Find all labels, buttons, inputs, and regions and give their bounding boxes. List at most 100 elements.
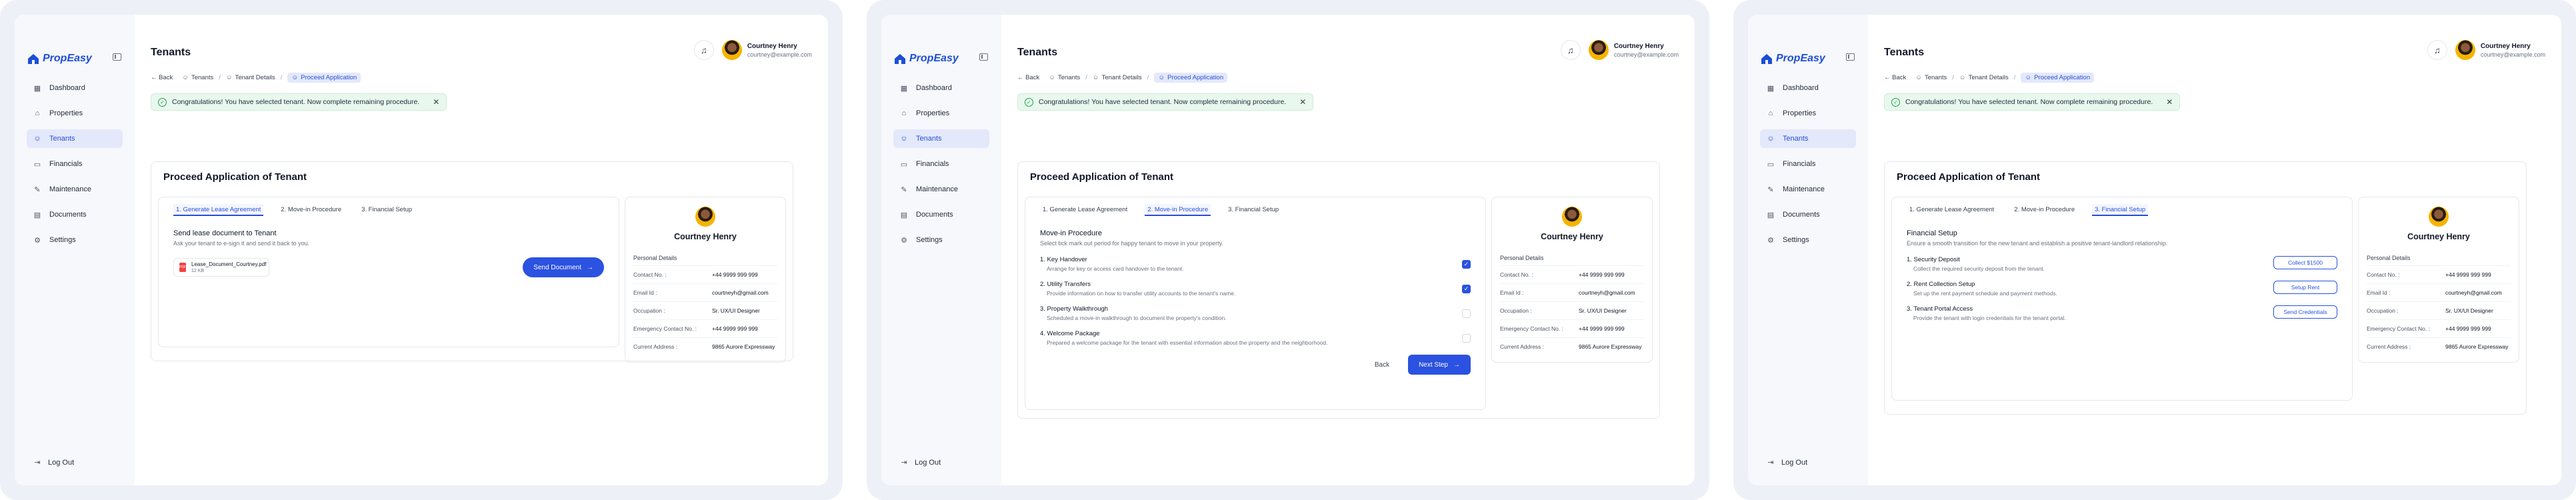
setup-rent-button[interactable]: Setup Rent [2273,281,2337,294]
bell-icon[interactable]: ♫ [2427,40,2447,60]
breadcrumb: ← Back ☺ Tenants / ☺ Tenant Details / ☺ Proce… [1017,71,1679,84]
avatar[interactable] [721,40,742,60]
breadcrumb-proceed-application[interactable]: ☺ Proceed Application [287,72,361,83]
collapse-sidebar-icon[interactable] [1846,53,1855,61]
alert-text: Congratulations! You have selected tenan… [1039,98,1287,106]
back-link[interactable]: ← Back [1017,74,1039,81]
sidebar-item-label: Maintenance [916,185,958,193]
tab-financial-setup[interactable]: 3. Financial Setup [359,204,415,216]
maintenance-icon: ✎ [1767,185,1774,194]
logout-button[interactable]: ⇥ Log Out [1765,458,1807,467]
tab-move-in[interactable]: 2. Move-in Procedure [278,204,344,216]
section-title: Move-in Procedure [1040,229,1102,237]
avatar[interactable] [1588,40,1609,60]
sidebar-item-settings[interactable]: ⚙ Settings [893,231,989,249]
back-link[interactable]: ← Back [151,74,173,81]
profile-avatar [1562,207,1582,227]
back-button[interactable]: Back [1375,361,1389,369]
breadcrumb-tenants[interactable]: ☺ Tenants [1049,74,1080,81]
sidebar-item-properties[interactable]: ⌂ Properties [893,104,989,123]
user-info[interactable]: Courtney Henry courtney@example.com [1614,43,1679,58]
sidebar-item-dashboard[interactable]: ▦ Dashboard [893,79,989,97]
sidebar-item-maintenance[interactable]: ✎ Maintenance [893,180,989,199]
sidebar-item-financials[interactable]: ▭ Financials [1760,155,1856,173]
breadcrumb-proceed-application[interactable]: ☺ Proceed Application [2021,72,2095,83]
detail-value: +44 9999 999 999 [712,325,758,332]
sidebar-item-documents[interactable]: ▤ Documents [893,205,989,224]
financial-steps: 1. Security Deposit Collect the required … [1907,256,2337,321]
topbar: Tenants ♫ Courtney Henry courtney@example… [151,15,812,68]
send-credentials-button[interactable]: Send Credentials [2273,305,2337,319]
back-label: Back [159,73,173,81]
user-name: Courtney Henry [1613,42,1664,50]
sidebar-item-financials[interactable]: ▭ Financials [27,155,123,173]
sidebar-nav: ▦ Dashboard ⌂ Properties ☺ Tenants ▭ Financi… [15,79,135,249]
sidebar-item-tenants[interactable]: ☺ Tenants [893,129,989,148]
financials-icon: ▭ [33,160,41,169]
breadcrumb-tenant-details[interactable]: ☺ Tenant Details [226,74,275,81]
next-step-button[interactable]: Next Step → [1408,355,1471,375]
crumb-label: Tenants [1924,73,1947,81]
tab-lease-agreement[interactable]: 1. Generate Lease Agreement [1040,204,1130,216]
back-link[interactable]: ← Back [1884,74,1906,81]
user-info[interactable]: Courtney Henry courtney@example.com [2481,43,2545,58]
breadcrumb-tenant-details[interactable]: ☺ Tenant Details [1959,74,2009,81]
maintenance-icon: ✎ [901,185,907,194]
collapse-sidebar-icon[interactable] [113,53,121,61]
sidebar-item-maintenance[interactable]: ✎ Maintenance [27,180,123,199]
tab-move-in[interactable]: 2. Move-in Procedure [2011,204,2077,216]
welcome-package-checkbox[interactable] [1462,334,1471,343]
breadcrumb-tenants[interactable]: ☺ Tenants [1915,74,1947,81]
sidebar-item-settings[interactable]: ⚙ Settings [1760,231,1856,249]
sidebar-item-documents[interactable]: ▤ Documents [1760,205,1856,224]
sidebar-nav: ▦ Dashboard ⌂ Properties ☺ Tenants ▭ Financi… [881,79,1001,249]
bell-icon[interactable]: ♫ [1560,40,1581,60]
sidebar-item-dashboard[interactable]: ▦ Dashboard [1760,79,1856,97]
sidebar-item-dashboard[interactable]: ▦ Dashboard [27,79,123,97]
breadcrumb-proceed-application[interactable]: ☺ Proceed Application [1154,72,1228,83]
profile-avatar [695,207,715,227]
logout-button[interactable]: ⇥ Log Out [899,458,941,467]
tab-financial-setup[interactable]: 3. Financial Setup [1225,204,1281,216]
property-walkthrough-checkbox[interactable] [1462,309,1471,318]
tab-lease-agreement[interactable]: 1. Generate Lease Agreement [1907,204,1997,216]
topbar: Tenants ♫ Courtney Henry courtney@example… [1884,15,2545,68]
close-icon[interactable]: ✕ [1299,97,1306,107]
user-info[interactable]: Courtney Henry courtney@example.com [747,43,812,58]
user-area: ♫ Courtney Henry courtney@example.com [2427,40,2545,60]
tab-financial-setup[interactable]: 3. Financial Setup [2092,204,2149,216]
key-handover-checkbox[interactable]: ✓ [1462,260,1471,269]
sidebar-item-label: Settings [916,236,943,244]
send-document-button[interactable]: Send Document → [523,257,604,277]
avatar[interactable] [2455,40,2475,60]
close-icon[interactable]: ✕ [2166,97,2173,107]
close-icon[interactable]: ✕ [433,97,439,107]
collapse-sidebar-icon[interactable] [979,53,988,61]
tab-lease-agreement[interactable]: 1. Generate Lease Agreement [173,204,264,216]
breadcrumb-tenant-details[interactable]: ☺ Tenant Details [1093,74,1142,81]
sidebar-item-tenants[interactable]: ☺ Tenants [1760,129,1856,148]
profile-name: Courtney Henry [2407,232,2470,241]
step-property-walkthrough: 3. Property Walkthrough Scheduled a move-… [1040,305,1471,321]
sidebar-item-financials[interactable]: ▭ Financials [893,155,989,173]
sidebar-item-settings[interactable]: ⚙ Settings [27,231,123,249]
sidebar-item-documents[interactable]: ▤ Documents [27,205,123,224]
logout-button[interactable]: ⇥ Log Out [32,458,74,467]
sidebar-item-tenants[interactable]: ☺ Tenants [27,129,123,148]
sidebar-item-properties[interactable]: ⌂ Properties [1760,104,1856,123]
detail-label: Current Address : [1500,343,1545,350]
step-desc: Collect the required security deposit fr… [1913,265,2045,272]
lease-file[interactable]: PDF Lease_Document_Courtney.pdf 12 KB [173,258,269,277]
financials-icon: ▭ [900,160,908,169]
bell-icon[interactable]: ♫ [693,40,714,60]
breadcrumb-tenants[interactable]: ☺ Tenants [182,74,213,81]
detail-value: +44 9999 999 999 [2445,271,2491,278]
detail-label: Current Address : [633,343,678,350]
breadcrumb-separator: / [2013,73,2016,81]
sidebar-item-properties[interactable]: ⌂ Properties [27,104,123,123]
tab-move-in[interactable]: 2. Move-in Procedure [1145,204,1211,216]
sidebar-item-maintenance[interactable]: ✎ Maintenance [1760,180,1856,199]
collect-deposit-button[interactable]: Collect $1500 [2273,256,2337,269]
utility-transfers-checkbox[interactable]: ✓ [1462,285,1471,293]
logout-icon: ⇥ [1767,459,1774,467]
